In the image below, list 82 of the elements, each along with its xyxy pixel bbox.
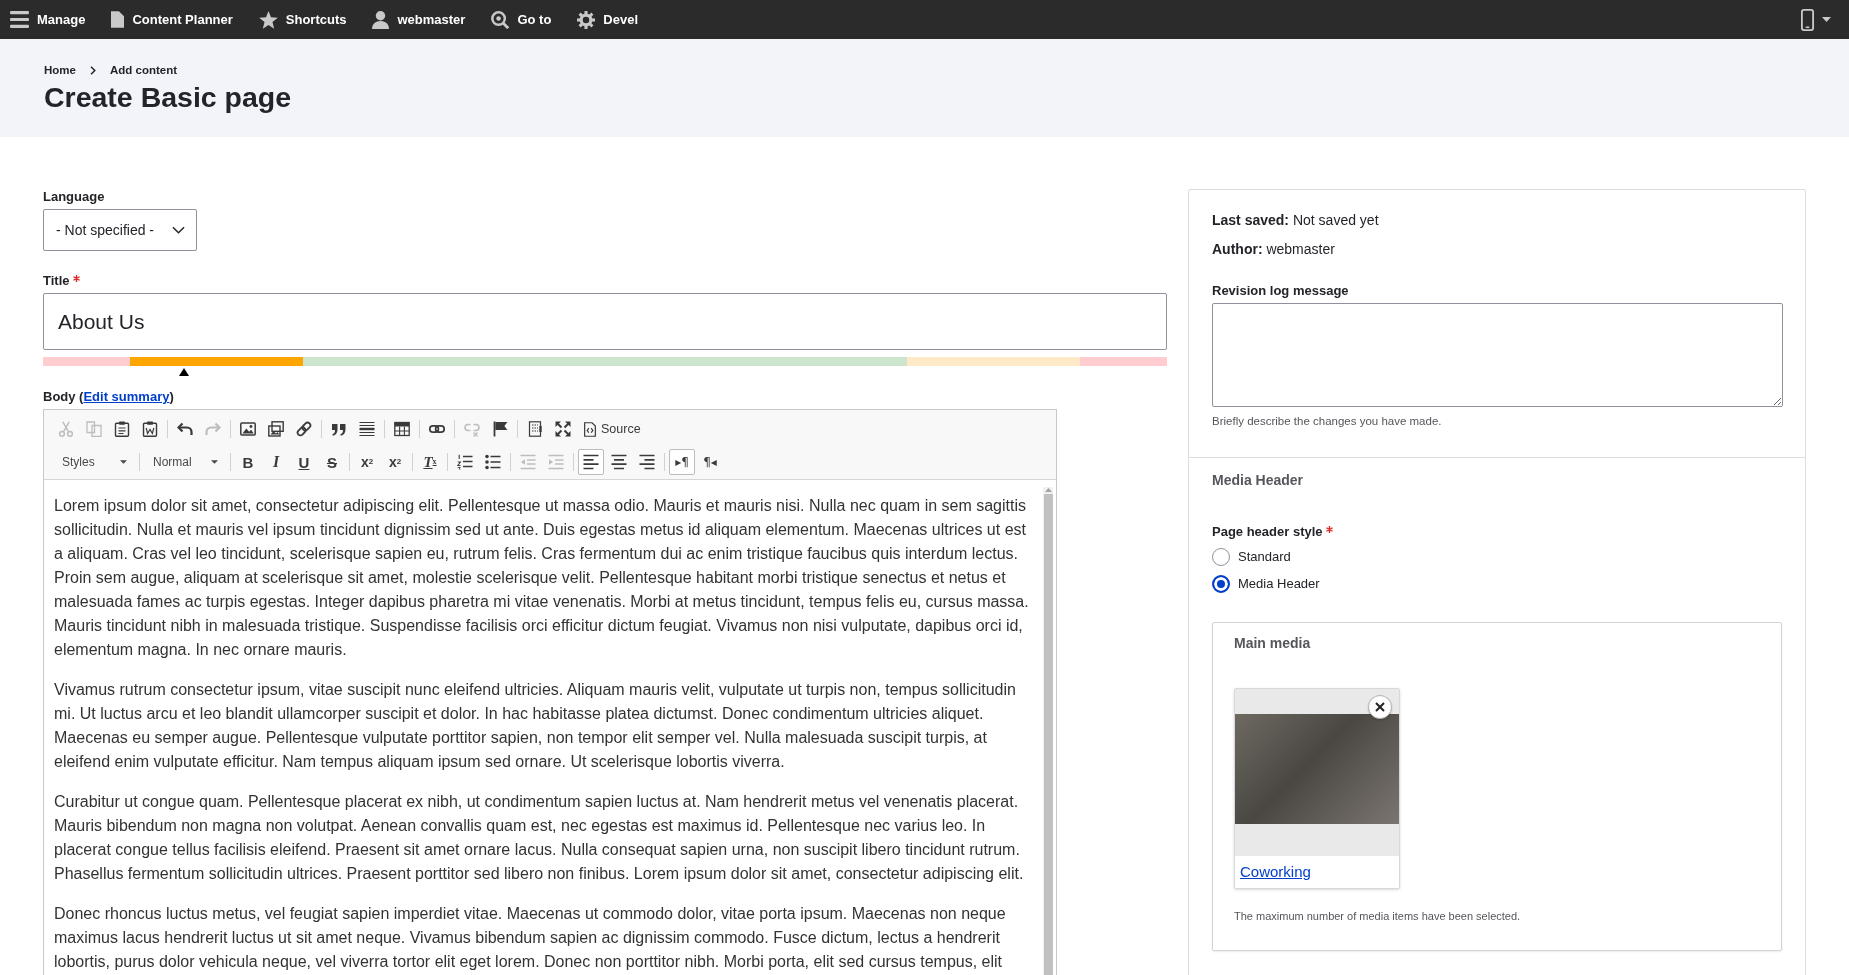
body-paragraph: Vivamus rutrum consectetur ipsum, vitae suscipit nunc eleifend ultricies. Aliquam mauris velit, vulputate ut turpis non, tempus sollicitudin mi. Ut luctus arcu et leo blandit ullamcorper suscipit et dolor. In hac habitasse platea dictumst. Donec condimentum ultricies aliquet. Maecenas eu semper augue. Pellentesque vulputate porttitor sapien, non tempor elit semper vel. Nulla malesuada suscipit turpis, at eleifend enim vulputate efficitur. Nam tempus aliquam ipsum sed ornare. Ut scelerisque lobortis viverra. xyxy=(54,680,1017,772)
scroll-up-icon xyxy=(1044,488,1052,492)
maximize-icon xyxy=(555,421,571,437)
caret-icon xyxy=(120,460,127,464)
toolbar-tab[interactable]: Shortcuts xyxy=(248,0,363,39)
title-input[interactable]: About Us xyxy=(43,293,1167,350)
source-icon xyxy=(584,421,596,437)
align-right-icon xyxy=(639,454,655,470)
underline-button[interactable]: U xyxy=(291,449,317,475)
clipboard-document-icon xyxy=(142,421,158,437)
align-left-button[interactable] xyxy=(578,449,604,475)
field-label: Page header style xyxy=(1212,524,1323,540)
source-button[interactable]: Source xyxy=(578,416,648,442)
last-saved-text: Last saved: Not saved yet xyxy=(1212,211,1379,230)
caret-icon xyxy=(1822,17,1831,22)
search-icon xyxy=(491,10,510,29)
body-paragraph: Lorem ipsum dolor sit amet, consectetur adipiscing elit. Pellentesque ut massa odio. Mauris et mauris nisi. Nulla nec quam in sem sagittis sollicitudin. Nulla et mauris vel ipsum tincidunt dignissim sed ut ante. Duis egestas metus id aliquam elementum. Maecenas ultrices ut est a aliquam. Cras vel leo tincidunt, scelerisque sapien eu, rutrum felis. Cras fermentum dui ac enim tristique faucibus quis interdum lectus. Proin sem augue, aliquam at scelerisque sit amet, molestie scelerisque velit. Pellentesque habitant morbi tristique senectus et netus et malesuada fames ac turpis egestas. Integer dapibus pharetra mi vitae venenatis. Morbi at metus tincidunt, tempus felis eu, cursus massa. Mauris tincidunt nibh in malesuada tristique. Suspendisse facilisis orci efficitur dictum feugiat. Vivamus non nisi vulputate, dapibus orci id, elementum magna. In nec ornare mauris. xyxy=(54,496,1030,660)
field-description: Briefly describe the changes you have made. xyxy=(1212,414,1442,429)
edit-summary-link[interactable]: Edit summary xyxy=(83,389,170,404)
radio-button[interactable] xyxy=(1212,547,1230,566)
settings-icon xyxy=(577,10,596,29)
outdent-icon xyxy=(520,454,536,470)
toolbar-tab[interactable]: Go to xyxy=(481,0,568,39)
breadcrumb-link[interactable]: Add content xyxy=(109,63,178,77)
scissors-icon xyxy=(58,421,74,437)
radio-label[interactable]: Standard xyxy=(1238,549,1291,564)
star-icon xyxy=(258,10,278,29)
copy-icon xyxy=(86,421,102,437)
toolbar-tab[interactable]: Devel xyxy=(567,0,655,39)
flag-icon xyxy=(492,421,508,437)
author-text: Author: webmaster xyxy=(1212,240,1335,259)
italic-button[interactable]: I xyxy=(263,449,289,475)
strikethrough-button[interactable]: S xyxy=(319,449,345,475)
chevron-down-icon xyxy=(172,226,185,234)
field-description: The maximum number of media items have been selected. xyxy=(1234,909,1521,924)
toolbar-dropdown[interactable]: Normal xyxy=(144,449,226,475)
field-label: Revision log message xyxy=(1212,283,1349,299)
radio-button[interactable] xyxy=(1212,574,1230,593)
redo-icon xyxy=(205,421,221,437)
indent-icon xyxy=(548,454,564,470)
device-icon xyxy=(1801,8,1814,31)
breadcrumb-link[interactable]: Home xyxy=(44,63,76,77)
superscript-button[interactable]: x$^{2}$ xyxy=(382,449,408,475)
clipboard-icon xyxy=(114,421,130,437)
right-to-left-button[interactable]: ¶◂ xyxy=(697,449,723,475)
media-name-link[interactable]: Coworking xyxy=(1235,856,1316,888)
page-title: Create Basic page xyxy=(44,80,292,114)
user-icon xyxy=(372,10,390,29)
gallery-icon xyxy=(268,421,284,437)
table-icon xyxy=(394,421,410,437)
horizontal-lines-icon xyxy=(359,421,375,437)
caret-icon xyxy=(211,460,218,464)
field-label: Language xyxy=(43,189,105,205)
align-left-icon xyxy=(583,454,599,470)
field-label: Title xyxy=(43,273,70,289)
field-label: Body (Edit summary) xyxy=(43,389,174,405)
bold-button[interactable]: B xyxy=(235,449,261,475)
link-icon xyxy=(296,421,312,437)
section-title: Media Header xyxy=(1212,471,1304,489)
show-blocks-icon xyxy=(527,421,543,437)
body-paragraph: Curabitur ut congue quam. Pellentesque placerat ex nibh, ut condimentum sapien luctus at. Nam hendrerit metus vel venenatis placerat. Mauris bibendum non magna non volutpat. Aenean convallis quam est, nec egestas est maximus id. Pellentesque nec varius leo. In placerat congue tellus facilisis eleifend. Praesent sit amet ornare lacus. Nulla consequat sapien urna, non suscipit libero tincidunt rutrum. Phasellus fermentum sollicitudin ultrices. Praesent porttitor sed libero non finibus. Lorem ipsum dolor sit amet, consectetur adipiscing elit. xyxy=(54,792,1025,884)
toolbar-dropdown[interactable]: Styles xyxy=(53,449,135,475)
revision-log-field[interactable] xyxy=(1212,303,1783,407)
language-select[interactable]: - Not specified - xyxy=(43,209,197,251)
left-to-right-button[interactable]: ▸¶ xyxy=(669,449,695,475)
toolbar-tab[interactable]: webmaster xyxy=(362,0,482,39)
chevron-right-icon xyxy=(89,65,96,75)
image-icon xyxy=(240,421,256,437)
menu-icon xyxy=(10,11,29,28)
undo-icon xyxy=(177,421,193,437)
broken-chain-icon xyxy=(464,421,480,437)
radio-label[interactable]: Media Header xyxy=(1238,576,1320,591)
document-icon xyxy=(111,11,125,28)
bulleted-list-icon xyxy=(485,454,501,470)
body-paragraph: Donec rhoncus luctus metus, vel feugiat sapien imperdiet vitae. Maecenas ut commodo dolor, vitae porta ipsum. Maecenas non neque maximus lacus hendrerit luctus ut sit amet neque. Vivamus bibendum sapien ac dignissim commodo. Fusce dictum, lectus a hendrerit lobortis, purus dolor vehicula neque, vel viverra tortor elit eget lorem. Donec non porttitor nibh. Morbi porta, elit sed cursus tempus, elit xyxy=(54,904,1007,972)
numbered-list-icon xyxy=(457,454,473,470)
quote-icon xyxy=(331,421,347,437)
close-icon xyxy=(1375,702,1385,712)
toolbar-tab[interactable]: Manage xyxy=(0,0,102,39)
align-center-icon xyxy=(611,454,627,470)
card-title: Main media xyxy=(1234,634,1311,652)
toolbar-tab[interactable]: Content Planner xyxy=(101,0,249,39)
